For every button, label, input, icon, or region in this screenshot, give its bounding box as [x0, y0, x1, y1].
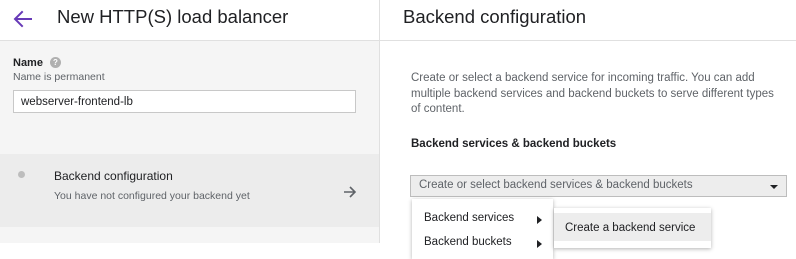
page-title: New HTTP(S) load balancer [57, 6, 289, 27]
name-input[interactable] [13, 90, 356, 113]
step-subtitle: You have not configured your backend yet [54, 190, 250, 202]
backend-section-label: Backend services & backend buckets [411, 138, 617, 150]
left-panel: New HTTP(S) load balancer Name ? Name is… [0, 0, 380, 243]
chevron-right-icon [537, 240, 542, 248]
backend-select[interactable]: Create or select backend services & back… [410, 175, 787, 197]
menu-item-label: Backend services [424, 212, 515, 224]
backend-select-placeholder: Create or select backend services & back… [419, 179, 693, 191]
name-hint: Name is permanent [13, 71, 105, 83]
menu-item-backend-buckets[interactable]: Backend buckets [412, 230, 553, 256]
backend-description: Create or select a backend service for i… [411, 72, 774, 115]
section-title: Backend configuration [403, 6, 587, 27]
left-header: New HTTP(S) load balancer [0, 0, 379, 41]
arrow-right-icon[interactable] [342, 184, 358, 200]
divider [380, 40, 796, 41]
submenu-item-label: Create a backend service [565, 222, 696, 234]
backend-type-menu: Backend services Backend buckets [412, 199, 553, 259]
backend-services-submenu: Create a backend service [554, 208, 711, 248]
help-icon[interactable]: ? [50, 57, 61, 68]
step-title: Backend configuration [54, 169, 173, 183]
menu-item-label: Backend buckets [424, 236, 512, 248]
back-arrow-icon[interactable] [12, 8, 34, 30]
menu-item-backend-services[interactable]: Backend services [412, 206, 553, 232]
step-status-icon [18, 171, 25, 178]
chevron-down-icon [770, 185, 778, 189]
chevron-right-icon [537, 216, 542, 224]
name-label: Name [13, 57, 43, 69]
create-backend-service-item[interactable]: Create a backend service [554, 213, 711, 241]
right-panel: Backend configuration Create or select a… [380, 0, 796, 259]
step-backend-configuration[interactable]: Backend configuration You have not confi… [0, 154, 379, 227]
